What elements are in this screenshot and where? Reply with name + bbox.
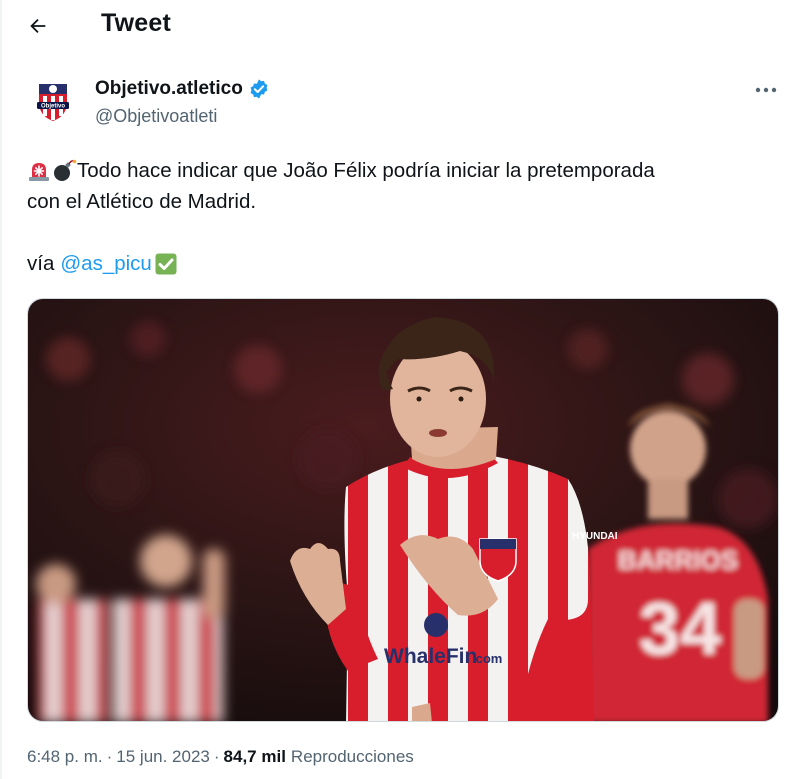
tweet-time[interactable]: 6:48 p. m. bbox=[27, 747, 103, 767]
rotating-light-icon bbox=[27, 159, 51, 183]
views-count[interactable]: 84,7 mil bbox=[224, 747, 286, 767]
sponsor-text: WhaleFin bbox=[384, 645, 477, 668]
avatar[interactable]: Objetivo bbox=[29, 76, 77, 124]
meta-separator: · bbox=[106, 747, 113, 766]
author-handle[interactable]: @Objetivoatleti bbox=[95, 106, 217, 127]
check-mark-button-icon bbox=[154, 252, 178, 276]
football-player-photo: BARRIOS 34 HYUNDAI WhaleFin .com bbox=[28, 299, 778, 721]
tweet-line-2-text: con el Atlético de Madrid. bbox=[27, 190, 257, 213]
back-button[interactable] bbox=[22, 10, 54, 42]
tweet-date[interactable]: 15 jun. 2023 bbox=[116, 747, 210, 767]
tweet-line-1-text: Todo hace indicar que João Félix podría … bbox=[77, 159, 655, 182]
verified-badge-icon bbox=[250, 79, 268, 99]
background-player-number: 34 bbox=[639, 587, 721, 670]
tweet-line-1: Todo hace indicar que João Félix podría … bbox=[27, 155, 767, 186]
background-player-name: BARRIOS bbox=[618, 545, 738, 575]
tweet-photo[interactable]: BARRIOS 34 HYUNDAI WhaleFin .com bbox=[27, 298, 779, 722]
tweet-line-3: vía @as_picu bbox=[27, 248, 767, 279]
page-title: Tweet bbox=[101, 9, 171, 37]
club-crest-avatar: Objetivo bbox=[29, 76, 77, 124]
via-label: vía bbox=[27, 252, 55, 275]
sleeve-sponsor-text: HYUNDAI bbox=[572, 531, 618, 542]
meta-separator-2: · bbox=[213, 747, 220, 766]
author-name-link[interactable]: Objetivo.atletico bbox=[95, 78, 270, 100]
left-border bbox=[0, 0, 2, 779]
tweet-meta: 6:48 p. m. · 15 jun. 2023 · 84,7 mil Rep… bbox=[27, 747, 414, 767]
views-label[interactable]: Reproducciones bbox=[291, 747, 414, 767]
arrow-left-icon bbox=[30, 18, 46, 34]
sponsor-suffix-text: .com bbox=[472, 651, 502, 666]
tweet-text: Todo hace indicar que João Félix podría … bbox=[27, 155, 767, 279]
tweet-line-2: con el Atlético de Madrid. bbox=[27, 186, 767, 217]
avatar-text: Objetivo bbox=[41, 104, 65, 110]
more-horizontal-icon bbox=[755, 87, 777, 93]
more-options-button[interactable] bbox=[748, 78, 784, 102]
header-bar: Tweet bbox=[0, 0, 800, 52]
author-name: Objetivo.atletico bbox=[95, 78, 243, 99]
mention-link[interactable]: @as_picu bbox=[60, 248, 151, 279]
bomb-icon bbox=[51, 159, 77, 183]
